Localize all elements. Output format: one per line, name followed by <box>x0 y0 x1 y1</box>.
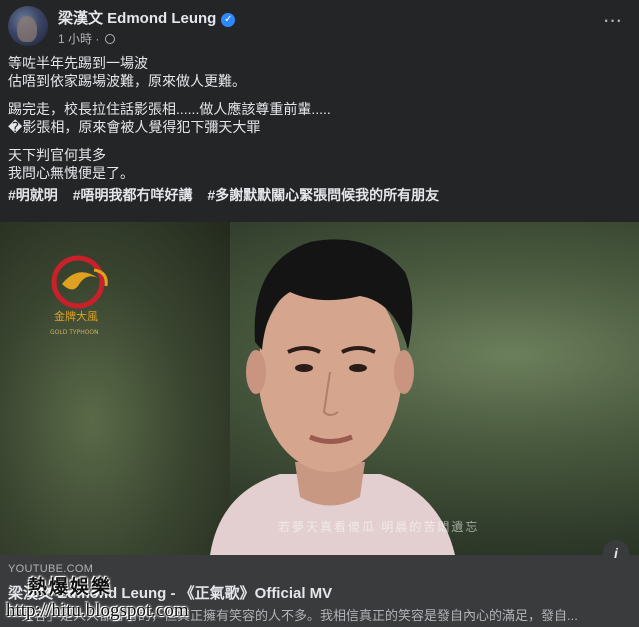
logo-text: 金牌大風 <box>54 309 98 323</box>
post-time[interactable]: 1 小時 <box>58 32 92 46</box>
author-avatar[interactable] <box>8 6 48 46</box>
watermark-title: 熱爆娛樂 <box>28 577 113 598</box>
author-name[interactable]: 梁漢文 Edmond Leung <box>58 10 216 27</box>
author-name-row: 梁漢文 Edmond Leung ✓ <box>58 7 236 28</box>
post-line: 踢完走，校長拉住話影張相......做人應該尊重前輩..... <box>8 101 331 117</box>
logo-subtext: GOLD TYPHOON <box>50 329 99 336</box>
left-ear <box>246 350 266 394</box>
singer-portrait <box>210 239 455 555</box>
post-paragraph: 踢完走，校長拉住話影張相......做人應該尊重前輩..... �影張相，原來會… <box>8 100 628 136</box>
post-header: 梁漢文 Edmond Leung ✓ 1 小時 · ··· <box>0 0 639 50</box>
video-subtitle: 若夢天真看傻瓜 明晨的苦悶遺忘 <box>278 520 480 534</box>
logo-swirl <box>62 272 98 290</box>
post-paragraph: 天下判官何其多 我問心無愧便是了。 <box>8 146 628 182</box>
meta-separator: · <box>95 32 100 46</box>
left-eye <box>295 364 313 372</box>
post-body: 等咗半年先踢到一場波 估唔到依家踢場波難，原來做人更難。 踢完走，校長拉住話影張… <box>8 54 628 192</box>
info-icon[interactable]: i <box>603 540 629 566</box>
hashtag-link[interactable]: #多謝默默關心緊張問候我的所有朋友 <box>207 187 439 203</box>
hashtag-link[interactable]: #明就明 <box>8 187 58 203</box>
video-thumbnail[interactable]: 金牌大風 GOLD TYPHOON 若夢天真看傻瓜 明晨的苦悶遺忘 <box>0 222 639 555</box>
hashtag-link[interactable]: #唔明我都冇咩好講 <box>73 187 193 203</box>
post-line: 我問心無愧便是了。 <box>8 165 134 181</box>
right-ear <box>394 350 414 394</box>
verified-icon: ✓ <box>221 13 236 27</box>
gold-typhoon-logo: 金牌大風 GOLD TYPHOON <box>50 255 108 336</box>
watermark-url: http://hitu.blogspot.com <box>6 600 189 621</box>
post-line: 天下判官何其多 <box>8 147 106 163</box>
post-line: �影張相，原來會被人覺得犯下彌天大罪 <box>8 119 261 135</box>
hashtag-row: #明就明 #唔明我都冇咩好講 #多謝默默關心緊張問候我的所有朋友 <box>8 185 450 205</box>
post-line: 估唔到依家踢場波難，原來做人更難。 <box>8 73 246 89</box>
post-line: 等咗半年先踢到一場波 <box>8 55 148 71</box>
globe-icon <box>104 34 115 44</box>
post-meta: 1 小時 · <box>58 30 115 47</box>
post-paragraph: 等咗半年先踢到一場波 估唔到依家踢場波難，原來做人更難。 <box>8 54 628 90</box>
right-eye <box>349 364 367 372</box>
more-options-icon[interactable]: ··· <box>600 9 624 34</box>
